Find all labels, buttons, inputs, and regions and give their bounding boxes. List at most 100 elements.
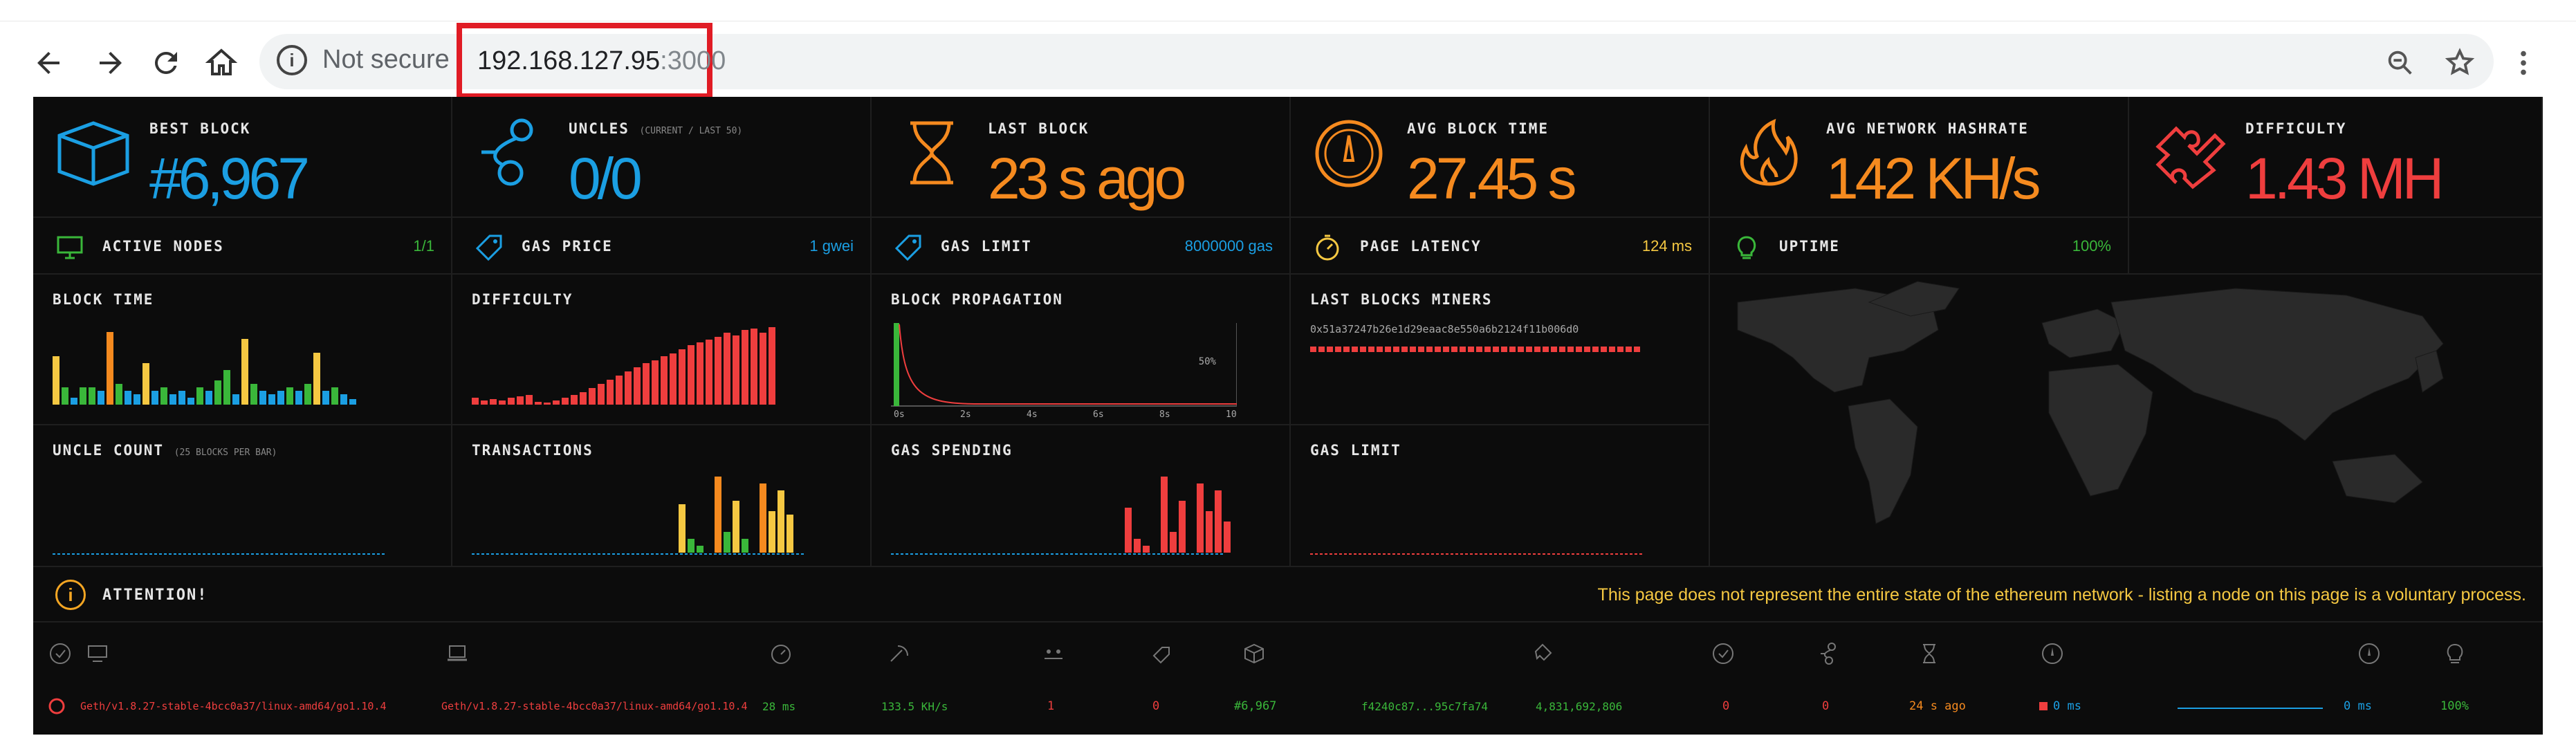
reload-button[interactable]	[145, 42, 187, 84]
chart-title: BLOCK TIME	[53, 291, 154, 308]
chart-bar	[733, 501, 739, 553]
home-button[interactable]	[201, 42, 242, 84]
world-map[interactable]	[1710, 275, 2543, 567]
chart-bar	[472, 398, 479, 405]
latency-icon[interactable]	[768, 640, 794, 667]
chart-bar	[125, 391, 131, 405]
propagation-status-icon[interactable]	[1710, 640, 1736, 667]
propagation-time-icon[interactable]	[2039, 640, 2066, 667]
chart-title: DIFFICULTY	[472, 291, 573, 308]
propagation-bar	[894, 323, 899, 406]
mining-icon[interactable]	[885, 640, 912, 667]
node-avg-propagation: 0 ms	[2344, 699, 2372, 713]
hourglass-icon	[887, 115, 977, 191]
chart-bar	[116, 384, 122, 405]
chart-bar	[142, 363, 149, 405]
chart-bar	[178, 391, 185, 405]
chart-bar	[62, 387, 68, 405]
back-button[interactable]	[28, 42, 69, 84]
uptime-header-icon[interactable]	[2442, 640, 2468, 667]
pin-icon[interactable]	[47, 640, 73, 667]
zoom-button[interactable]	[2381, 44, 2420, 82]
miner-block	[1559, 347, 1565, 352]
ethstats-dashboard: BEST BLOCK #6,967 UNCLES (CURRENT / LAST…	[33, 97, 2543, 747]
chart-bar	[526, 395, 533, 405]
hourglass-header-icon[interactable]	[1916, 640, 1942, 667]
chart-bar	[760, 333, 766, 405]
x-tick-label: 0s	[894, 409, 905, 420]
chart-bar	[1134, 539, 1141, 553]
page-bottom-edge	[33, 735, 2543, 747]
cube-icon	[48, 115, 138, 191]
pending-tx-icon[interactable]	[1148, 640, 1175, 667]
tag-icon	[473, 232, 505, 264]
block-icon[interactable]	[1241, 640, 1267, 667]
miner-block	[1584, 347, 1590, 352]
chart-block-time: BLOCK TIME	[33, 275, 452, 425]
mini-active-nodes: ACTIVE NODES 1/1	[33, 218, 452, 275]
security-label[interactable]: Not secure	[322, 45, 450, 75]
gauge-icon	[1306, 115, 1396, 191]
chart-title: BLOCK PROPAGATION	[891, 291, 1063, 308]
miner-block	[1451, 347, 1457, 352]
chart-bar	[742, 330, 748, 405]
stat-value: 1.43 MH	[2245, 146, 2444, 211]
node-type-icon[interactable]	[444, 640, 470, 667]
stat-value: 23 s ago	[988, 146, 1186, 211]
chart-bar	[89, 387, 95, 405]
uncles-header-icon[interactable]	[1816, 640, 1843, 667]
chart-bar	[661, 356, 668, 405]
mini-value: 1/1	[413, 237, 434, 255]
chart-bar	[607, 380, 614, 405]
chart-bar	[697, 546, 703, 553]
chart-gas-limit: GAS LIMIT	[1291, 425, 1710, 567]
x-tick-label: 2s	[960, 409, 971, 420]
mini-title: GAS LIMIT	[941, 238, 1032, 255]
miner-block	[1426, 347, 1433, 352]
node-row[interactable]: Geth/v1.8.27-stable-4bcc0a37/linux-amd64…	[33, 682, 2543, 730]
avg-propagation-icon[interactable]	[2356, 640, 2382, 667]
url-text[interactable]: 192.168.127.95:3000	[457, 23, 726, 99]
url-port: :3000	[660, 46, 726, 75]
chart-bar	[277, 391, 284, 405]
chart-title: TRANSACTIONS	[472, 442, 594, 459]
forward-button[interactable]	[90, 42, 131, 84]
miner-block	[1576, 347, 1582, 352]
chart-bar	[697, 342, 703, 405]
chart-bar	[151, 391, 158, 405]
chart-bar	[98, 391, 104, 405]
chart-bar	[322, 391, 329, 405]
node-table-header	[33, 624, 2543, 682]
x-tick-label: 8s	[1159, 409, 1170, 420]
chart-bar	[733, 335, 739, 405]
mini-page-latency: PAGE LATENCY 124 ms	[1291, 218, 1710, 275]
bookmark-button[interactable]	[2440, 44, 2479, 82]
star-icon	[2445, 48, 2475, 75]
chart-bar	[786, 515, 793, 553]
difficulty-icon[interactable]	[1530, 640, 1556, 667]
miner-block	[1435, 347, 1441, 352]
peers-icon[interactable]	[1040, 640, 1067, 667]
node-name[interactable]: Geth/v1.8.27-stable-4bcc0a37/linux-amd64…	[80, 682, 387, 730]
chart-bar	[508, 398, 515, 405]
stat-title: AVG NETWORK HASHRATE	[1826, 120, 2029, 137]
node-status-icon	[47, 682, 66, 730]
chart-bar	[580, 392, 587, 405]
chart-bar	[679, 504, 686, 553]
chart-bar	[616, 376, 623, 405]
mini-gas-limit: GAS LIMIT 8000000 gas	[872, 218, 1291, 275]
menu-button[interactable]	[2504, 44, 2543, 82]
chart-bar	[241, 339, 248, 405]
node-uptime: 100%	[2440, 699, 2469, 713]
bulb-icon	[1731, 232, 1763, 264]
chart-bar	[214, 380, 221, 405]
chart-bar	[679, 349, 686, 405]
mini-title: UPTIME	[1779, 238, 1840, 255]
chart-bar	[670, 353, 677, 405]
info-icon[interactable]: i	[277, 45, 307, 75]
miner-block	[1377, 347, 1383, 352]
miner-block	[1343, 347, 1350, 352]
chart-last-blocks-miners: LAST BLOCKS MINERS 0x51a37247b26e1d29eaa…	[1291, 275, 1710, 425]
node-name-icon[interactable]	[84, 640, 111, 667]
propagation-x-ticks: 0s 2s 4s 6s 8s 10s	[894, 409, 1237, 420]
